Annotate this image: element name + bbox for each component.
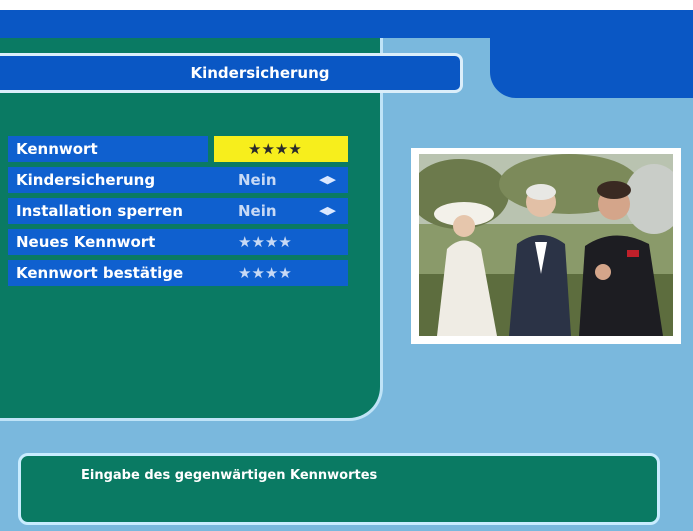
menu-title-bar: Kindersicherung [0, 53, 463, 93]
menu-row-label: Neues Kennwort [8, 229, 208, 255]
menu-title: Kindersicherung [190, 64, 330, 82]
option-value-text: Nein [238, 202, 277, 220]
top-band [0, 10, 693, 38]
menu-row-neues-kennwort[interactable]: Neues Kennwort ★★★★ [8, 229, 348, 255]
menu-row-label: Installation sperren [8, 198, 208, 224]
menu-row-kindersicherung[interactable]: Kindersicherung Nein ◀▶ [8, 167, 348, 193]
menu-row-label: Kennwort bestätige [8, 260, 208, 286]
option-value[interactable]: Nein ◀▶ [208, 167, 348, 193]
menu-row-installation-sperren[interactable]: Installation sperren Nein ◀▶ [8, 198, 348, 224]
video-preview-image [419, 154, 673, 336]
help-box: Eingabe des gegenwärtigen Kennwortes [18, 453, 660, 525]
menu-row-kennwort[interactable]: Kennwort ★★★★ [8, 136, 348, 162]
menu-row-label: Kindersicherung [8, 167, 208, 193]
left-right-arrows-icon[interactable]: ◀▶ [319, 167, 336, 193]
video-preview [411, 148, 681, 344]
right-header-block [490, 36, 693, 98]
confirm-password-field[interactable]: ★★★★ [208, 260, 348, 286]
tv-screen: Kindersicherung Kennwort ★★★★ Kindersich… [0, 10, 693, 531]
menu-row-kennwort-bestaetigen[interactable]: Kennwort bestätige ★★★★ [8, 260, 348, 286]
option-value-text: Nein [238, 171, 277, 189]
left-right-arrows-icon[interactable]: ◀▶ [319, 198, 336, 224]
password-field[interactable]: ★★★★ [214, 136, 348, 162]
option-value[interactable]: Nein ◀▶ [208, 198, 348, 224]
new-password-field[interactable]: ★★★★ [208, 229, 348, 255]
menu-row-label: Kennwort [8, 136, 208, 162]
help-text: Eingabe des gegenwärtigen Kennwortes [81, 468, 378, 483]
